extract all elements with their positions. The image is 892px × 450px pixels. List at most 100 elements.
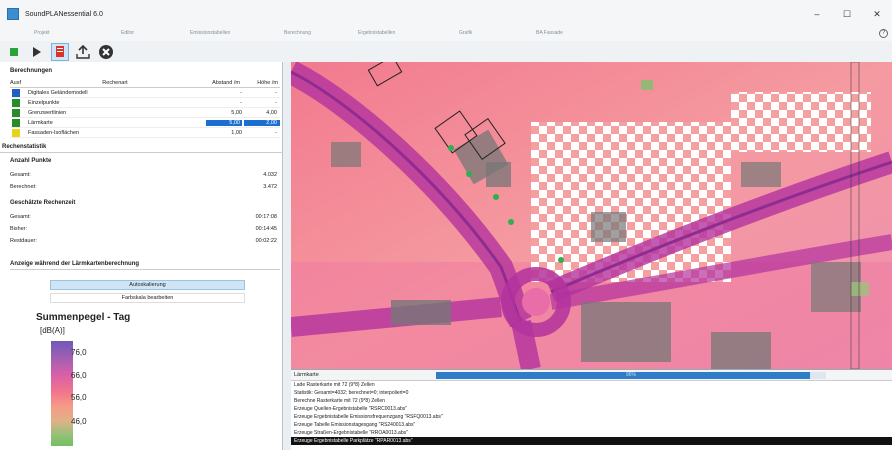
- window-title: SoundPLANessential 6.0: [25, 10, 103, 18]
- checkbox-laermkarte[interactable]: [12, 118, 20, 127]
- receiver-point: [558, 257, 564, 263]
- checkbox-einzelpunkte[interactable]: [12, 98, 20, 107]
- log-line: Erzeuge Tabelle Emissionstagesgang "RS24…: [294, 422, 416, 428]
- log-line: Lade Rasterkarte mit 72 (9*8) Zellen: [294, 382, 375, 388]
- app-icon: [7, 8, 19, 20]
- menu-ba-fassade[interactable]: BA Fassade: [536, 30, 563, 36]
- row-hoehe: -: [275, 99, 277, 106]
- table-row-selected[interactable]: Lärmkarte 5,00 2,00: [10, 118, 280, 128]
- log-line: Erzeuge Straßen-Ergebnistabelle "RROA001…: [294, 430, 408, 436]
- row-hoehe[interactable]: 2,00: [244, 119, 280, 126]
- berechnungen-title: Berechnungen: [10, 68, 53, 74]
- receiver-point: [466, 171, 472, 177]
- receiver-point: [448, 145, 454, 151]
- col-rechenart: Rechenart: [102, 80, 128, 86]
- document-red-icon[interactable]: [51, 42, 69, 61]
- building: [391, 300, 451, 325]
- table-row[interactable]: Einzelpunkte - -: [10, 98, 280, 108]
- row-label: Fassaden-Isoflächen: [28, 129, 80, 136]
- log-line: Erzeuge Quellen-Ergebnistabelle "RSRC001…: [294, 406, 408, 412]
- checkbox-dgm[interactable]: [12, 88, 20, 97]
- table-row[interactable]: Grenzwertlinien 5,00 4,00: [10, 108, 280, 118]
- maximize-button[interactable]: ☐: [832, 0, 862, 28]
- menu-emissionstabellen[interactable]: Emissionstabellen: [190, 30, 230, 36]
- log-line: Erzeuge Ergebnistabelle Emissionsfrequen…: [294, 414, 443, 420]
- table-row[interactable]: Fassaden-Isoflächen 1,00 -: [10, 128, 280, 138]
- building: [331, 142, 361, 167]
- anzahl-punkte-title: Anzahl Punkte: [10, 158, 52, 164]
- building: [581, 302, 671, 362]
- building: [486, 162, 511, 187]
- row-hoehe: -: [275, 129, 277, 136]
- legend-title: Summenpegel - Tag: [36, 312, 131, 323]
- table-row[interactable]: Digitales Geländemodell - -: [10, 88, 280, 98]
- building: [741, 162, 781, 187]
- zeit-title: Geschätzte Rechenzeit: [10, 200, 76, 206]
- legend-unit: [dB(A)]: [40, 326, 65, 335]
- building: [711, 332, 771, 369]
- receiver-point: [493, 194, 499, 200]
- receiver-point: [508, 219, 514, 225]
- autoskalierung-button[interactable]: Autoskalierung: [50, 280, 245, 290]
- start-green-icon[interactable]: [5, 43, 23, 61]
- close-button[interactable]: ✕: [862, 0, 892, 28]
- log-line: Berechne Rasterkarte mit 72 (9*8) Zellen: [294, 398, 385, 404]
- log-line: Statistik: Gesamt=4032; berechnet=0; int…: [294, 390, 409, 396]
- roundabout-center: [522, 288, 550, 316]
- legend-tick: 76,0: [71, 348, 87, 357]
- uncomputed-area: [731, 92, 871, 152]
- progress-label: 96%: [625, 372, 636, 378]
- noise-map[interactable]: [291, 62, 892, 369]
- progress-bar: 96%: [436, 372, 826, 379]
- col-abstand: Abstand /m: [212, 80, 240, 86]
- row-label: Lärmkarte: [28, 119, 53, 126]
- export-icon[interactable]: [74, 43, 92, 61]
- quiet-zone: [641, 80, 653, 90]
- menu-ergebnistabellen[interactable]: Ergebnistabellen: [358, 30, 395, 36]
- noise-map-canvas[interactable]: [291, 62, 892, 369]
- quiet-zone: [851, 282, 869, 296]
- menu-editor[interactable]: Editor: [121, 30, 134, 36]
- legend-tick: 56,0: [71, 393, 87, 402]
- log-title: Lärmkarte: [294, 372, 319, 378]
- col-ausf: Ausf: [10, 80, 22, 86]
- log-header: Lärmkarte 96%: [291, 370, 892, 381]
- menu-grafik[interactable]: Grafik: [459, 30, 472, 36]
- zeit-gesamt: Gesamt: 00:17:08: [10, 214, 277, 220]
- row-hoehe: 4,00: [266, 109, 277, 116]
- zeit-bisher: Bisher: 00:14:45: [10, 226, 277, 232]
- help-icon[interactable]: ?: [879, 29, 888, 38]
- toolbar: [0, 41, 892, 62]
- row-label: Einzelpunkte: [28, 99, 60, 106]
- row-abstand: -: [240, 89, 242, 96]
- row-abstand: -: [240, 99, 242, 106]
- log-line-selected[interactable]: Erzeuge Ergebnistabelle Parkplätze "RPAR…: [291, 437, 892, 445]
- play-icon[interactable]: [28, 43, 46, 61]
- log-panel: Lärmkarte 96% Lade Rasterkarte mit 72 (9…: [291, 369, 892, 450]
- row-abstand[interactable]: 5,00: [206, 119, 242, 126]
- row-abstand: 1,00: [231, 129, 242, 136]
- berechnungen-table: Ausf Rechenart Abstand /m Höhe /m Digita…: [10, 79, 280, 138]
- legend-color-bar: [51, 341, 73, 446]
- row-label: Digitales Geländemodell: [28, 89, 88, 96]
- cancel-icon[interactable]: [97, 43, 115, 61]
- row-hoehe: -: [275, 89, 277, 96]
- building: [591, 212, 626, 242]
- anzeige-title: Anzeige während der Lärmkartenberechnung: [10, 261, 140, 267]
- row-abstand: 5,00: [231, 109, 242, 116]
- zeit-rest: Restdauer: 00:02:22: [10, 238, 277, 244]
- col-hoehe: Höhe /m: [257, 80, 278, 86]
- minimize-button[interactable]: –: [802, 0, 832, 28]
- checkbox-grenzwertlinien[interactable]: [12, 108, 20, 117]
- checkbox-fassaden[interactable]: [12, 128, 20, 137]
- farbskala-button[interactable]: Farbskala bearbeiten: [50, 293, 245, 303]
- stat-gesamt: Gesamt: 4.032: [10, 172, 277, 178]
- legend-tick: 46,0: [71, 417, 87, 426]
- menu-bar: Projekt Editor Emissionstabellen Berechn…: [0, 28, 892, 41]
- row-label: Grenzwertlinien: [28, 109, 67, 116]
- menu-berechnung[interactable]: Berechnung: [284, 30, 311, 36]
- legend-tick: 66,0: [71, 371, 87, 380]
- rechenstatistik-title: Rechenstatistik: [2, 144, 47, 150]
- stat-berechnet: Berechnet: 3.472: [10, 184, 277, 190]
- menu-projekt[interactable]: Projekt: [34, 30, 50, 36]
